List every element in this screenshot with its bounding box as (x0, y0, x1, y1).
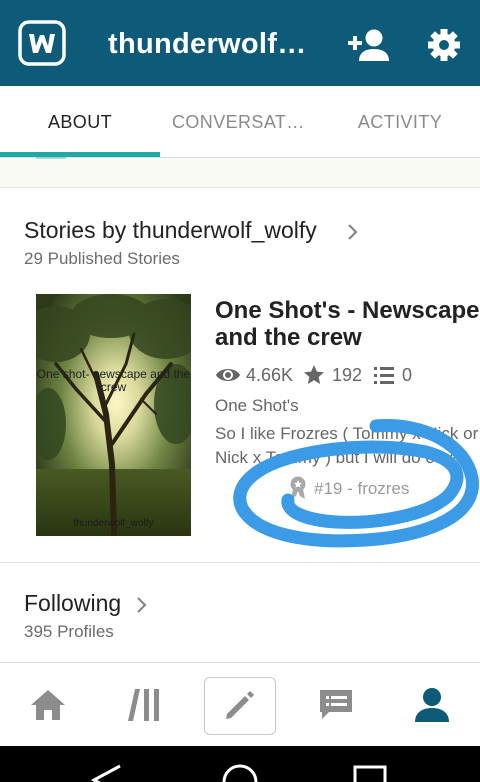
bottom-navigation-bar (0, 662, 480, 746)
tab-conversations[interactable]: CONVERSATIONS (172, 86, 308, 158)
stories-count: 29 Published Stories (24, 249, 180, 268)
tab-about[interactable]: ABOUT (0, 86, 160, 158)
cover-title-text: One shot- newscape and the crew (36, 367, 191, 394)
system-back-icon[interactable] (90, 764, 126, 782)
annotation-scribble-circle (233, 419, 479, 548)
chevron-right-icon[interactable] (345, 222, 361, 242)
home-icon (31, 690, 65, 720)
cover-tree-photo (36, 294, 191, 536)
content-top-strip (0, 159, 480, 188)
system-recents-icon[interactable] (352, 764, 388, 782)
cover-author-text: thunderwolf_wolfy (73, 518, 154, 529)
profile-tabs: ABOUT CONVERSATIONS ACTIVITY (0, 86, 480, 158)
nav-profile[interactable] (384, 663, 480, 747)
chevron-right-icon[interactable] (134, 595, 150, 615)
section-divider (0, 562, 480, 563)
tab-activity[interactable]: ACTIVITY (320, 86, 480, 158)
star-icon (304, 365, 324, 384)
nav-home[interactable] (0, 663, 96, 747)
list-icon (374, 367, 394, 384)
active-tab-indicator (0, 152, 160, 157)
library-icon (128, 689, 159, 721)
votes-count: 192 (332, 365, 363, 385)
story-title[interactable]: One Shot's - Newscape and the crew (215, 297, 480, 351)
eye-icon (216, 369, 240, 381)
gear-icon[interactable] (426, 26, 462, 64)
profile-username-title: thunderwolf_wolfy (108, 28, 318, 60)
messages-icon (320, 690, 352, 719)
system-navigation-bar (0, 746, 480, 782)
add-user-icon[interactable] (346, 26, 390, 64)
parts-count: 0 (402, 365, 413, 385)
stories-section-title[interactable]: Stories by thunderwolf_wolfy (24, 217, 317, 244)
nav-write[interactable] (192, 663, 288, 747)
wattpad-logo-icon[interactable] (18, 20, 66, 66)
reads-count: 4.66K (246, 365, 294, 385)
story-cover-image[interactable]: One shot- newscape and the crew thunderw… (36, 294, 191, 536)
nav-library[interactable] (96, 663, 192, 747)
story-category: One Shot's (215, 396, 299, 415)
app-screen: thunderwolf_wolfy ABOUT CONVERSA (0, 0, 480, 782)
profile-icon (415, 688, 449, 722)
write-pencil-icon (226, 691, 254, 719)
nav-messages[interactable] (288, 663, 384, 747)
following-section-title[interactable]: Following (24, 590, 121, 617)
system-home-icon[interactable] (220, 762, 260, 782)
following-count: 395 Profiles (24, 622, 114, 641)
app-header: thunderwolf_wolfy (0, 0, 480, 86)
